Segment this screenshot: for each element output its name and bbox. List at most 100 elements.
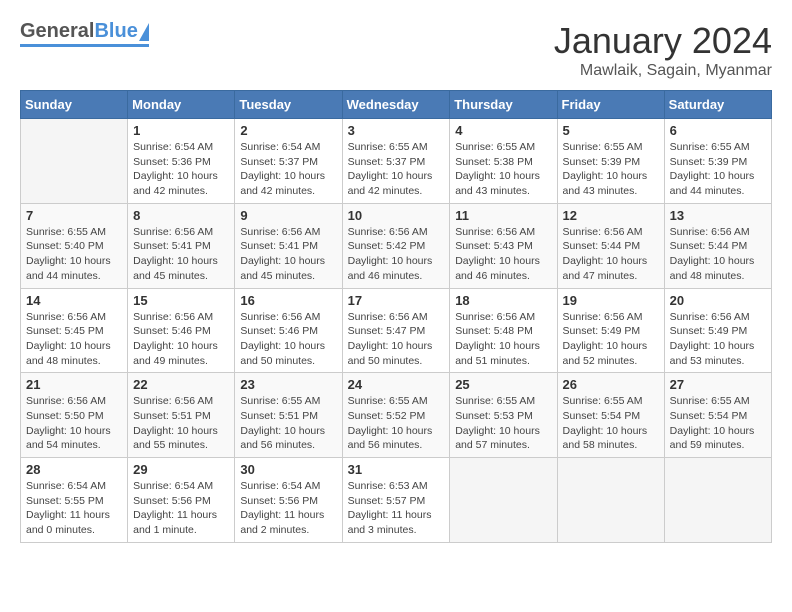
calendar-cell: 14 Sunrise: 6:56 AM Sunset: 5:45 PM Dayli… (21, 288, 128, 373)
day-info: Sunrise: 6:56 AM Sunset: 5:51 PM Dayligh… (133, 394, 229, 453)
calendar-cell: 16 Sunrise: 6:56 AM Sunset: 5:46 PM Dayli… (235, 288, 342, 373)
day-info: Sunrise: 6:54 AM Sunset: 5:55 PM Dayligh… (26, 479, 122, 538)
calendar-cell: 10 Sunrise: 6:56 AM Sunset: 5:42 PM Dayli… (342, 203, 450, 288)
day-number: 29 (133, 462, 229, 477)
day-number: 16 (240, 293, 336, 308)
calendar-cell: 12 Sunrise: 6:56 AM Sunset: 5:44 PM Dayli… (557, 203, 664, 288)
day-info: Sunrise: 6:56 AM Sunset: 5:45 PM Dayligh… (26, 310, 122, 369)
day-info: Sunrise: 6:55 AM Sunset: 5:54 PM Dayligh… (563, 394, 659, 453)
day-info: Sunrise: 6:54 AM Sunset: 5:36 PM Dayligh… (133, 140, 229, 199)
day-number: 12 (563, 208, 659, 223)
day-info: Sunrise: 6:56 AM Sunset: 5:44 PM Dayligh… (563, 225, 659, 284)
calendar-cell: 13 Sunrise: 6:56 AM Sunset: 5:44 PM Dayli… (664, 203, 771, 288)
day-info: Sunrise: 6:54 AM Sunset: 5:37 PM Dayligh… (240, 140, 336, 199)
day-number: 18 (455, 293, 551, 308)
calendar-cell: 20Sunrise: 6:56 AM Sunset: 5:49 PM Dayli… (664, 288, 771, 373)
day-number: 9 (240, 208, 336, 223)
day-info: Sunrise: 6:55 AM Sunset: 5:52 PM Dayligh… (348, 394, 445, 453)
week-row-5: 28Sunrise: 6:54 AM Sunset: 5:55 PM Dayli… (21, 458, 772, 543)
day-info: Sunrise: 6:56 AM Sunset: 5:46 PM Dayligh… (133, 310, 229, 369)
day-info: Sunrise: 6:56 AM Sunset: 5:48 PM Dayligh… (455, 310, 551, 369)
calendar-cell: 26Sunrise: 6:55 AM Sunset: 5:54 PM Dayli… (557, 373, 664, 458)
page-header: GeneralBlue January 2024 Mawlaik, Sagain… (20, 20, 772, 80)
day-info: Sunrise: 6:56 AM Sunset: 5:46 PM Dayligh… (240, 310, 336, 369)
day-number: 4 (455, 123, 551, 138)
calendar-cell: 28Sunrise: 6:54 AM Sunset: 5:55 PM Dayli… (21, 458, 128, 543)
calendar-cell: 8 Sunrise: 6:56 AM Sunset: 5:41 PM Daylig… (128, 203, 235, 288)
day-number: 21 (26, 377, 122, 392)
day-info: Sunrise: 6:55 AM Sunset: 5:37 PM Dayligh… (348, 140, 445, 199)
header-sunday: Sunday (21, 91, 128, 119)
calendar-cell: 18 Sunrise: 6:56 AM Sunset: 5:48 PM Dayli… (450, 288, 557, 373)
day-info: Sunrise: 6:56 AM Sunset: 5:50 PM Dayligh… (26, 394, 122, 453)
day-info: Sunrise: 6:56 AM Sunset: 5:43 PM Dayligh… (455, 225, 551, 284)
week-row-2: 7 Sunrise: 6:55 AM Sunset: 5:40 PM Daylig… (21, 203, 772, 288)
day-info: Sunrise: 6:55 AM Sunset: 5:40 PM Dayligh… (26, 225, 122, 284)
day-info: Sunrise: 6:55 AM Sunset: 5:53 PM Dayligh… (455, 394, 551, 453)
calendar-cell: 29 Sunrise: 6:54 AM Sunset: 5:56 PM Dayli… (128, 458, 235, 543)
day-info: Sunrise: 6:55 AM Sunset: 5:39 PM Dayligh… (670, 140, 766, 199)
calendar-cell: 24 Sunrise: 6:55 AM Sunset: 5:52 PM Dayli… (342, 373, 450, 458)
day-info: Sunrise: 6:55 AM Sunset: 5:38 PM Dayligh… (455, 140, 551, 199)
day-number: 6 (670, 123, 766, 138)
calendar-cell: 11 Sunrise: 6:56 AM Sunset: 5:43 PM Dayli… (450, 203, 557, 288)
day-info: Sunrise: 6:54 AM Sunset: 5:56 PM Dayligh… (133, 479, 229, 538)
calendar-cell: 5Sunrise: 6:55 AM Sunset: 5:39 PM Daylig… (557, 119, 664, 204)
day-number: 15 (133, 293, 229, 308)
day-number: 8 (133, 208, 229, 223)
calendar-cell: 30Sunrise: 6:54 AM Sunset: 5:56 PM Dayli… (235, 458, 342, 543)
day-number: 1 (133, 123, 229, 138)
calendar-cell: 1 Sunrise: 6:54 AM Sunset: 5:36 PM Daylig… (128, 119, 235, 204)
day-number: 31 (348, 462, 445, 477)
calendar-cell: 17Sunrise: 6:56 AM Sunset: 5:47 PM Dayli… (342, 288, 450, 373)
calendar-cell: 27 Sunrise: 6:55 AM Sunset: 5:54 PM Dayli… (664, 373, 771, 458)
header-tuesday: Tuesday (235, 91, 342, 119)
day-info: Sunrise: 6:56 AM Sunset: 5:49 PM Dayligh… (563, 310, 659, 369)
day-info: Sunrise: 6:56 AM Sunset: 5:47 PM Dayligh… (348, 310, 445, 369)
day-number: 10 (348, 208, 445, 223)
location-subtitle: Mawlaik, Sagain, Myanmar (554, 62, 772, 80)
calendar-cell: 25 Sunrise: 6:55 AM Sunset: 5:53 PM Dayli… (450, 373, 557, 458)
header-monday: Monday (128, 91, 235, 119)
calendar-cell: 6 Sunrise: 6:55 AM Sunset: 5:39 PM Daylig… (664, 119, 771, 204)
calendar-cell: 2 Sunrise: 6:54 AM Sunset: 5:37 PM Daylig… (235, 119, 342, 204)
day-number: 7 (26, 208, 122, 223)
day-number: 27 (670, 377, 766, 392)
day-number: 25 (455, 377, 551, 392)
calendar-table: SundayMondayTuesdayWednesdayThursdayFrid… (20, 90, 772, 543)
day-number: 11 (455, 208, 551, 223)
calendar-cell: 3 Sunrise: 6:55 AM Sunset: 5:37 PM Daylig… (342, 119, 450, 204)
day-info: Sunrise: 6:56 AM Sunset: 5:41 PM Dayligh… (240, 225, 336, 284)
calendar-cell: 15 Sunrise: 6:56 AM Sunset: 5:46 PM Dayli… (128, 288, 235, 373)
day-number: 13 (670, 208, 766, 223)
day-number: 2 (240, 123, 336, 138)
header-saturday: Saturday (664, 91, 771, 119)
logo-underline (20, 44, 149, 47)
week-row-4: 21 Sunrise: 6:56 AM Sunset: 5:50 PM Dayli… (21, 373, 772, 458)
day-info: Sunrise: 6:53 AM Sunset: 5:57 PM Dayligh… (348, 479, 445, 538)
day-number: 24 (348, 377, 445, 392)
calendar-cell (450, 458, 557, 543)
header-thursday: Thursday (450, 91, 557, 119)
day-number: 30 (240, 462, 336, 477)
day-info: Sunrise: 6:55 AM Sunset: 5:54 PM Dayligh… (670, 394, 766, 453)
day-number: 14 (26, 293, 122, 308)
day-info: Sunrise: 6:55 AM Sunset: 5:39 PM Dayligh… (563, 140, 659, 199)
calendar-cell: 31 Sunrise: 6:53 AM Sunset: 5:57 PM Dayli… (342, 458, 450, 543)
calendar-cell (557, 458, 664, 543)
week-row-1: 1 Sunrise: 6:54 AM Sunset: 5:36 PM Daylig… (21, 119, 772, 204)
calendar-cell: 9 Sunrise: 6:56 AM Sunset: 5:41 PM Daylig… (235, 203, 342, 288)
day-info: Sunrise: 6:56 AM Sunset: 5:44 PM Dayligh… (670, 225, 766, 284)
logo-icon: GeneralBlue (20, 20, 149, 43)
calendar-cell: 4 Sunrise: 6:55 AM Sunset: 5:38 PM Daylig… (450, 119, 557, 204)
day-number: 3 (348, 123, 445, 138)
calendar-header-row: SundayMondayTuesdayWednesdayThursdayFrid… (21, 91, 772, 119)
day-info: Sunrise: 6:56 AM Sunset: 5:42 PM Dayligh… (348, 225, 445, 284)
calendar-cell: 21 Sunrise: 6:56 AM Sunset: 5:50 PM Dayli… (21, 373, 128, 458)
header-friday: Friday (557, 91, 664, 119)
day-info: Sunrise: 6:56 AM Sunset: 5:41 PM Dayligh… (133, 225, 229, 284)
title-block: January 2024 Mawlaik, Sagain, Myanmar (554, 20, 772, 80)
calendar-cell (664, 458, 771, 543)
week-row-3: 14 Sunrise: 6:56 AM Sunset: 5:45 PM Dayli… (21, 288, 772, 373)
header-wednesday: Wednesday (342, 91, 450, 119)
